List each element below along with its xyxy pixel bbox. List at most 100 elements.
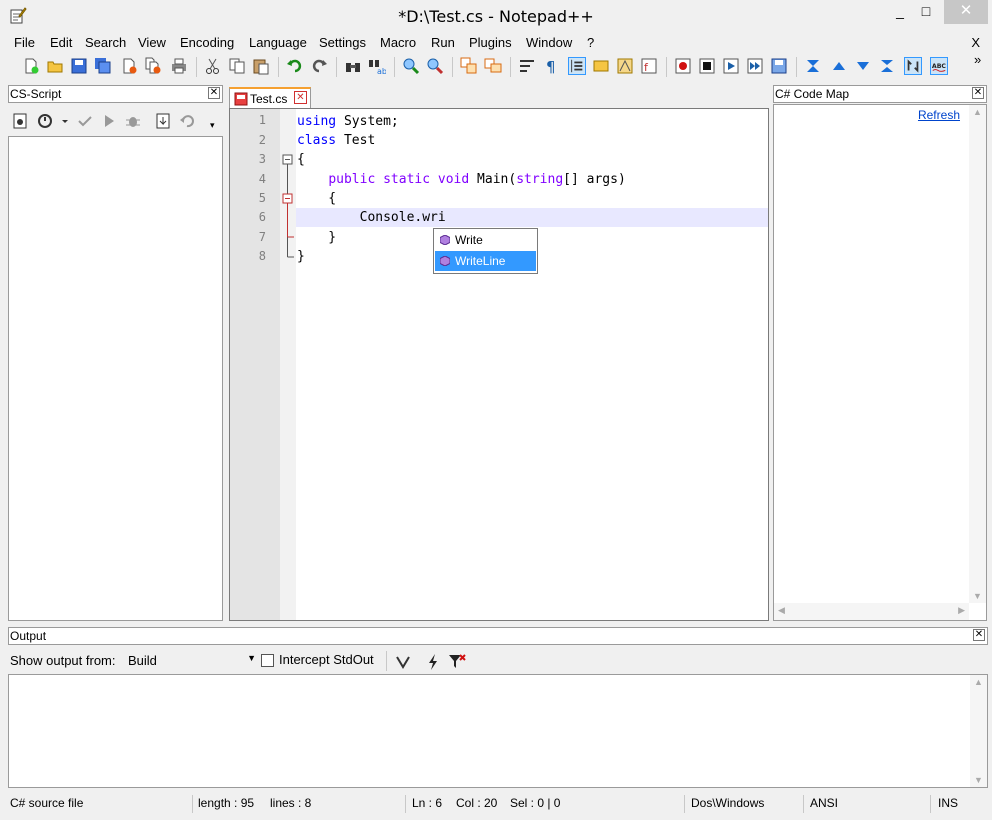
tab-close-button[interactable]: ✕	[294, 91, 307, 104]
cut-icon[interactable]	[204, 57, 222, 75]
scroll-left-icon[interactable]: ◀	[778, 605, 785, 616]
menu-file[interactable]: File	[14, 35, 35, 50]
menu-language[interactable]: Language	[249, 35, 307, 50]
toolbar-separator	[510, 57, 511, 77]
tab-test-cs[interactable]: Test.cs ✕	[229, 87, 311, 109]
clear-output-icon[interactable]	[394, 653, 412, 671]
save-icon[interactable]	[70, 57, 88, 75]
print-icon[interactable]	[170, 57, 188, 75]
line-number: 4	[258, 172, 266, 186]
close-window-button[interactable]: ✕	[944, 0, 988, 24]
prev-icon[interactable]	[830, 57, 848, 75]
menu-help[interactable]: ?	[587, 35, 594, 50]
scroll-up-icon[interactable]: ▲	[974, 677, 983, 687]
copy-icon[interactable]	[228, 57, 246, 75]
undo-icon[interactable]	[178, 112, 196, 130]
spellcheck-icon[interactable]: ABC	[930, 57, 948, 75]
cs-script-toolbar: ▾	[8, 108, 223, 136]
intercept-stdout-checkbox[interactable]	[261, 654, 274, 667]
play-macro-icon[interactable]	[722, 57, 740, 75]
new-file-icon[interactable]	[22, 57, 40, 75]
menu-edit[interactable]: Edit	[50, 35, 72, 50]
toolbar-separator	[394, 57, 395, 77]
code-line: Console.wri	[297, 210, 446, 225]
menu-window[interactable]: Window	[526, 35, 572, 50]
next-icon[interactable]	[854, 57, 872, 75]
cs-script-close-button[interactable]: ✕	[208, 87, 220, 99]
chevron-down-icon: ▼	[247, 653, 256, 663]
fold-all-icon[interactable]	[804, 57, 822, 75]
replace-icon[interactable]: ab	[368, 57, 386, 75]
unfold-all-icon[interactable]	[878, 57, 896, 75]
close-all-icon[interactable]	[144, 57, 162, 75]
stop-macro-icon[interactable]	[698, 57, 716, 75]
line-number: 3	[258, 152, 266, 166]
vertical-scrollbar[interactable]: ▲ ▼	[969, 105, 986, 603]
zoom-out-icon[interactable]	[426, 57, 444, 75]
sync-icon[interactable]	[904, 57, 922, 75]
save-macro-icon[interactable]	[770, 57, 788, 75]
menu-run[interactable]: Run	[431, 35, 455, 50]
autocomplete-item-write[interactable]: Write	[435, 230, 536, 250]
horizontal-scrollbar[interactable]: ◀ ▶	[774, 603, 969, 620]
output-text-area[interactable]: ▲ ▼	[8, 674, 988, 788]
word-wrap-icon[interactable]	[518, 57, 536, 75]
load-script-icon[interactable]	[11, 112, 29, 130]
debug-icon[interactable]	[124, 112, 142, 130]
cs-script-panel-body[interactable]	[8, 136, 223, 621]
autocomplete-item-writeline[interactable]: WriteLine	[435, 251, 536, 271]
close-icon[interactable]	[120, 57, 138, 75]
function-list-icon[interactable]: f	[640, 57, 658, 75]
vertical-scrollbar[interactable]: ▲ ▼	[970, 675, 987, 787]
code-line: public static void Main(string[] args)	[328, 172, 626, 187]
scroll-right-icon[interactable]: ▶	[958, 605, 965, 616]
paste-icon[interactable]	[252, 57, 270, 75]
close-document-button[interactable]: X	[971, 35, 980, 50]
code-map-panel-body[interactable]: Refresh ▲ ▼ ◀ ▶	[773, 104, 987, 621]
menu-search[interactable]: Search	[85, 35, 126, 50]
output-close-button[interactable]: ✕	[973, 629, 985, 641]
sync-horizontal-icon[interactable]	[484, 57, 502, 75]
show-output-select[interactable]: Build ▼	[124, 650, 260, 671]
maximize-button[interactable]: □	[906, 0, 946, 24]
doc-map-icon[interactable]	[616, 57, 634, 75]
find-icon[interactable]	[344, 57, 362, 75]
undo-icon[interactable]	[286, 57, 304, 75]
code-line: }	[297, 249, 305, 264]
sync-vertical-icon[interactable]	[460, 57, 478, 75]
menu-settings[interactable]: Settings	[319, 35, 366, 50]
cs-script-toolbar-overflow-icon[interactable]: ▾	[210, 120, 215, 131]
code-editor[interactable]: 1 2 3 4 5 6 7 8 using System; class Test…	[229, 108, 769, 621]
menu-macro[interactable]: Macro	[380, 35, 416, 50]
run-macro-multiple-icon[interactable]	[746, 57, 764, 75]
lightning-icon[interactable]	[424, 653, 442, 671]
open-file-icon[interactable]	[46, 57, 64, 75]
user-lang-icon[interactable]	[592, 57, 610, 75]
toolbar-separator	[452, 57, 453, 77]
scroll-down-icon[interactable]: ▼	[974, 775, 983, 785]
svg-text:ABC: ABC	[932, 63, 947, 70]
code-map-close-button[interactable]: ✕	[972, 87, 984, 99]
save-all-icon[interactable]	[94, 57, 112, 75]
record-macro-icon[interactable]	[674, 57, 692, 75]
chevron-down-icon[interactable]	[60, 114, 70, 128]
method-icon	[440, 235, 450, 245]
toolbar-overflow-button[interactable]: »	[974, 52, 981, 67]
cs-script-panel-header: CS-Script ✕	[8, 85, 223, 103]
filter-icon[interactable]	[448, 653, 466, 671]
run-icon[interactable]	[36, 112, 54, 130]
check-icon[interactable]	[76, 112, 94, 130]
refresh-link[interactable]: Refresh	[918, 108, 960, 122]
menu-encoding[interactable]: Encoding	[180, 35, 234, 50]
play-icon[interactable]	[100, 112, 118, 130]
indent-guide-icon[interactable]	[568, 57, 586, 75]
menu-view[interactable]: View	[138, 35, 166, 50]
scroll-up-icon[interactable]: ▲	[973, 107, 982, 117]
menu-plugins[interactable]: Plugins	[469, 35, 512, 50]
sync-script-icon[interactable]	[154, 112, 172, 130]
code-line: using System;	[297, 114, 399, 129]
redo-icon[interactable]	[310, 57, 328, 75]
show-all-chars-icon[interactable]: ¶	[542, 57, 560, 75]
scroll-down-icon[interactable]: ▼	[973, 591, 982, 601]
zoom-in-icon[interactable]	[402, 57, 420, 75]
